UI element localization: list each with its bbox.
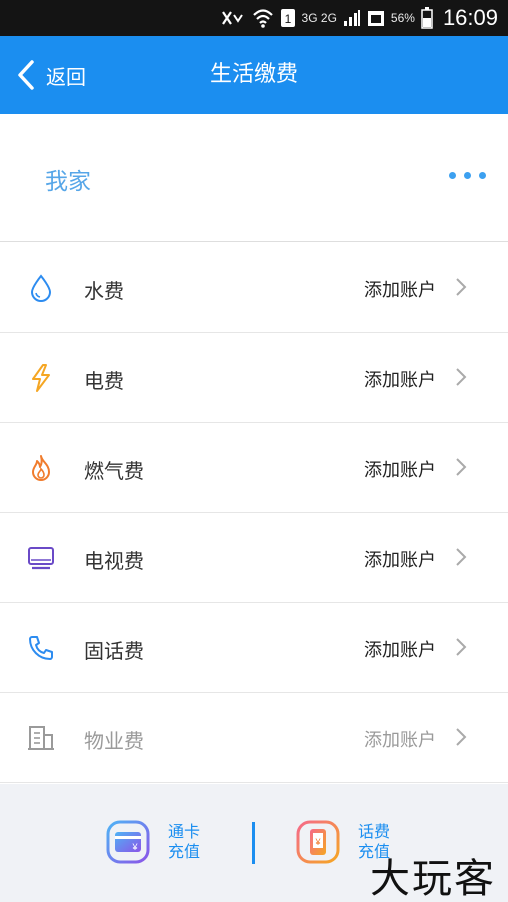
- calendar-icon: [367, 11, 384, 26]
- network-type: 3G 2G: [301, 11, 337, 25]
- item-name: 燃气费: [84, 459, 144, 483]
- back-label: 返回: [46, 64, 86, 89]
- svg-text:1: 1: [284, 12, 291, 26]
- item-name: 固话费: [84, 639, 144, 663]
- dot: [449, 172, 456, 179]
- tv-icon: [28, 547, 54, 570]
- wifi-icon: [252, 9, 273, 28]
- watermark: 大玩客: [370, 856, 496, 902]
- home-label: 我家: [45, 169, 91, 195]
- item-name: 电费: [84, 369, 124, 393]
- phone-recharge-icon: ¥: [296, 820, 340, 864]
- add-account-label: 添加账户: [364, 730, 436, 751]
- home-section: 我家: [0, 114, 508, 242]
- card-recharge-line1: 通卡: [168, 822, 201, 841]
- phone-recharge-line1: 话费: [358, 822, 391, 841]
- mute-icon: [221, 11, 243, 25]
- dot: [479, 172, 486, 179]
- card-recharge-label: 通卡 充值: [168, 822, 200, 862]
- nav-bar: 返回 生活缴费: [0, 36, 508, 114]
- add-account-label: 添加账户: [364, 550, 436, 571]
- card-recharge-icon: ¥: [106, 820, 150, 864]
- chevron-left-icon: [18, 60, 34, 90]
- card-recharge-line2: 充值: [168, 842, 201, 861]
- list-item-property[interactable]: 物业费 添加账户: [0, 693, 508, 783]
- battery-icon: [421, 7, 433, 29]
- flame-icon: [32, 455, 50, 481]
- water-drop-icon: [30, 274, 52, 302]
- list-item-gas[interactable]: 燃气费 添加账户: [0, 423, 508, 513]
- item-name: 电视费: [84, 549, 144, 573]
- status-icons: 1 3G 2G 56% 16:09: [220, 0, 498, 36]
- chevron-right-icon: [456, 278, 467, 296]
- battery-percent: 56%: [390, 11, 415, 25]
- chevron-right-icon: [456, 548, 467, 566]
- phone-icon: [29, 636, 53, 660]
- list-item-tv[interactable]: 电视费 添加账户: [0, 513, 508, 603]
- sim-icon: 1: [280, 9, 295, 27]
- chevron-right-icon: [456, 638, 467, 656]
- list-item-electricity[interactable]: 电费 添加账户: [0, 333, 508, 423]
- add-account-label: 添加账户: [364, 280, 436, 301]
- list-item-landline[interactable]: 固话费 添加账户: [0, 603, 508, 693]
- lightning-icon: [32, 364, 50, 392]
- item-name: 水费: [84, 279, 124, 303]
- item-name: 物业费: [84, 729, 144, 753]
- more-button[interactable]: [449, 172, 486, 179]
- card-recharge-button[interactable]: ¥ 通卡 充值: [106, 820, 200, 864]
- add-account-label: 添加账户: [364, 640, 436, 661]
- bill-list: 水费 添加账户 电费 添加账户 燃气费 添加账户 电视费 添加账户 固话费 添加…: [0, 243, 508, 783]
- list-item-water[interactable]: 水费 添加账户: [0, 243, 508, 333]
- chevron-right-icon: [456, 458, 467, 476]
- back-button[interactable]: 返回: [16, 36, 86, 114]
- building-icon: [28, 726, 54, 750]
- dot: [464, 172, 471, 179]
- divider: [252, 822, 255, 864]
- add-account-label: 添加账户: [364, 370, 436, 391]
- chevron-right-icon: [456, 368, 467, 386]
- svg-text:¥: ¥: [131, 842, 138, 852]
- clock: 16:09: [442, 5, 498, 30]
- svg-text:¥: ¥: [314, 837, 321, 847]
- signal-icon: [343, 10, 360, 26]
- status-bar: 1 3G 2G 56% 16:09: [0, 0, 508, 36]
- add-account-label: 添加账户: [364, 460, 436, 481]
- chevron-right-icon: [456, 728, 467, 746]
